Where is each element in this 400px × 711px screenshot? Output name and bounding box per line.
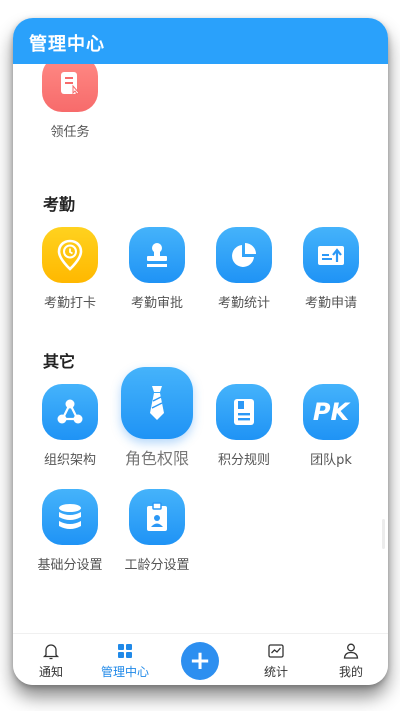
pie-chart-icon: [216, 227, 272, 283]
grid-item-attendance-stats[interactable]: 考勤统计: [201, 227, 287, 311]
phone-frame: 管理中心 领任务 考勤 考勤打卡 考勤审批 考勤统计 考勤申请 其它 组织架构 …: [13, 18, 388, 685]
grid-item-label: 基础分设置: [37, 558, 103, 573]
grid-item-points-rules[interactable]: 积分规则: [201, 384, 287, 468]
grid-item-attendance-request[interactable]: 考勤申请: [288, 227, 374, 311]
stamp-icon: [129, 227, 185, 283]
tab-label: 统计: [263, 665, 288, 679]
section-title-other: 其它: [43, 352, 76, 371]
page-title: 管理中心: [29, 34, 105, 55]
grid-item-label: 考勤打卡: [43, 296, 96, 311]
content-scroll-area[interactable]: 领任务 考勤 考勤打卡 考勤审批 考勤统计 考勤申请 其它 组织架构 角色权限 …: [13, 64, 388, 634]
grid-item-attendance-approval[interactable]: 考勤审批: [114, 227, 200, 311]
grid-item-task[interactable]: 领任务: [27, 64, 113, 140]
pk-icon-text: PK: [312, 398, 350, 426]
notebook-icon: [216, 384, 272, 440]
tab-label: 通知: [38, 665, 63, 679]
database-icon: [42, 489, 98, 545]
grid-item-label: 工龄分设置: [124, 558, 190, 573]
tab-label: 我的: [338, 665, 363, 679]
grid-item-team-pk[interactable]: PK 团队pk: [288, 384, 374, 468]
grid-item-base-score-settings[interactable]: 基础分设置: [27, 489, 113, 573]
org-chart-icon: [42, 384, 98, 440]
upload-card-icon: [303, 227, 359, 283]
location-pin-icon: [42, 227, 98, 283]
section-title-attendance: 考勤: [43, 195, 76, 214]
grid-item-label: 考勤审批: [130, 296, 183, 311]
grid-item-role-permission[interactable]: 角色权限: [114, 367, 200, 469]
grid-icon: [90, 642, 160, 660]
grid-item-label: 角色权限: [124, 449, 189, 468]
grid-item-label: 领任务: [50, 125, 90, 140]
bell-icon: [16, 642, 86, 660]
tab-statistics[interactable]: 统计: [241, 642, 311, 680]
tab-label: 管理中心: [100, 665, 149, 679]
header-bar: 管理中心: [13, 18, 388, 64]
grid-item-label: 考勤统计: [217, 296, 270, 311]
tab-notifications[interactable]: 通知: [16, 642, 86, 680]
grid-item-label: 积分规则: [217, 453, 270, 468]
scrollbar[interactable]: [382, 519, 385, 549]
badge-icon: [129, 489, 185, 545]
task-icon: [42, 64, 98, 112]
pk-icon: PK: [303, 384, 359, 440]
tab-management-center[interactable]: 管理中心: [90, 642, 160, 680]
chart-icon: [241, 642, 311, 660]
bottom-tab-bar: 通知 管理中心 + 统计 我的: [13, 633, 388, 685]
grid-item-clock-in[interactable]: 考勤打卡: [27, 227, 113, 311]
tab-profile[interactable]: 我的: [316, 642, 386, 680]
grid-item-org-structure[interactable]: 组织架构: [27, 384, 113, 468]
grid-item-seniority-score-settings[interactable]: 工龄分设置: [114, 489, 200, 573]
add-button[interactable]: +: [181, 642, 219, 680]
grid-item-label: 组织架构: [43, 453, 96, 468]
grid-item-label: 团队pk: [310, 453, 352, 468]
grid-item-label: 考勤申请: [304, 296, 357, 311]
user-icon: [316, 642, 386, 660]
tie-icon: [121, 367, 193, 439]
